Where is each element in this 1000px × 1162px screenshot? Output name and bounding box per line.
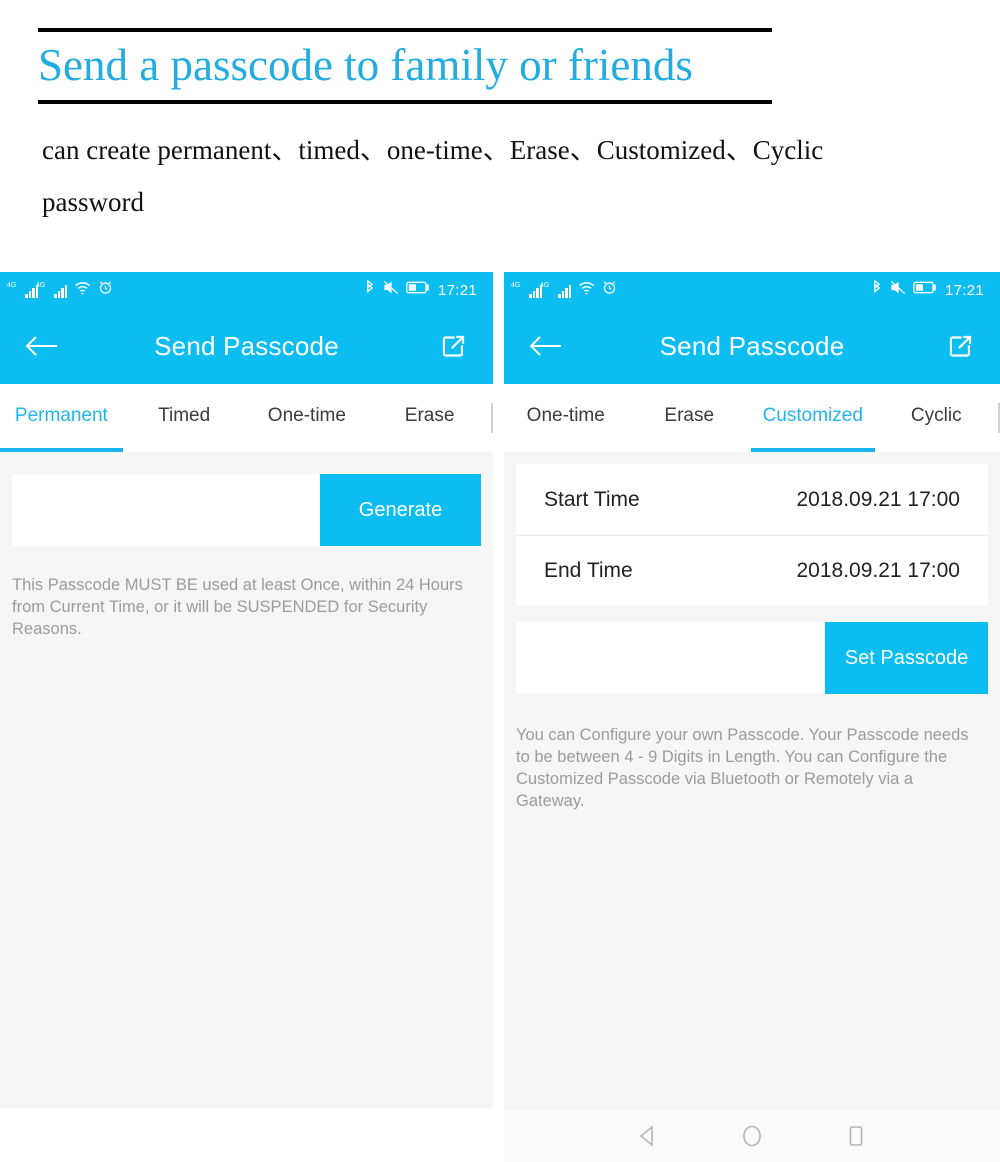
battery-icon [406, 281, 430, 299]
end-time-label: End Time [544, 559, 633, 582]
screen-content-permanent: Generate This Passcode MUST BE used at l… [0, 474, 493, 1108]
screen-content-customized: Start Time 2018.09.21 17:00 End Time 201… [504, 464, 1000, 1110]
phone-screenshot-permanent: 4G 4G 17:21 Send Passcode Permanent Time… [0, 272, 493, 1108]
tab-label: Permanent [14, 405, 108, 426]
passcode-hint: This Passcode MUST BE used at least Once… [12, 576, 463, 638]
alarm-icon [98, 280, 113, 300]
app-bar-title: Send Passcode [154, 330, 339, 361]
alarm-icon [602, 280, 617, 300]
tab-one-time[interactable]: One-time [504, 384, 628, 452]
bluetooth-icon [364, 278, 376, 301]
tab-permanent[interactable]: Permanent [0, 384, 123, 452]
generate-button[interactable]: Generate [320, 474, 481, 546]
title-rule-bottom [38, 100, 772, 104]
tab-erase[interactable]: Erase [368, 384, 491, 452]
android-nav-bar [504, 1110, 1000, 1162]
bluetooth-icon [871, 278, 883, 301]
promo-subtitle: can create permanent、timed、one-time、Eras… [42, 135, 824, 217]
start-time-value: 2018.09.21 17:00 [796, 487, 961, 511]
passcode-input[interactable] [516, 622, 825, 694]
status-bar-left: 4G 4G [511, 280, 617, 300]
status-bar: 4G 4G 17:21 [504, 272, 1000, 308]
start-time-label: Start Time [544, 487, 640, 511]
external-link-icon[interactable] [940, 326, 980, 366]
status-bar: 4G 4G 17:21 [0, 272, 493, 308]
mute-icon [383, 280, 399, 300]
tab-bar: Permanent Timed One-time Erase [0, 384, 493, 452]
mute-icon [890, 280, 906, 300]
app-bar-title: Send Passcode [659, 330, 845, 361]
tab-label: One-time [267, 405, 346, 426]
signal-4g-icon: 4G [7, 282, 38, 298]
start-time-row[interactable]: Start Time 2018.09.21 17:00 [516, 464, 988, 535]
tab-customized[interactable]: Customized [751, 384, 875, 452]
status-bar-left: 4G 4G [7, 280, 113, 300]
home-circle-icon[interactable] [740, 1124, 764, 1153]
tab-label: Customized [762, 405, 863, 426]
status-bar-right: 17:21 [871, 278, 984, 301]
tab-label: Cyclic [910, 405, 962, 426]
title-block: Send a passcode to family or friends [38, 28, 772, 104]
recents-square-icon[interactable] [844, 1124, 868, 1153]
tab-cyclic[interactable]: Cyclic [875, 384, 999, 452]
tab-label: Timed [158, 405, 211, 426]
status-bar-clock: 17:21 [944, 281, 984, 299]
tab-label: Erase [404, 405, 455, 426]
passcode-row: Generate [12, 474, 481, 546]
tab-label: Erase [664, 405, 715, 426]
back-triangle-icon[interactable] [636, 1124, 660, 1153]
passcode-input[interactable] [12, 474, 320, 546]
status-bar-right: 17:21 [364, 278, 477, 301]
tab-erase[interactable]: Erase [628, 384, 752, 452]
end-time-value: 2018.09.21 17:00 [796, 559, 961, 582]
phone-screenshot-customized: 4G 4G 17:21 Send Passcode One-time Erase… [504, 272, 1000, 1162]
external-link-icon[interactable] [433, 326, 473, 366]
wifi-icon [74, 281, 91, 300]
tab-bar: One-time Erase Customized Cyclic [504, 384, 1000, 452]
passcode-row: Set Passcode [516, 622, 988, 694]
promo-header: Send a passcode to family or friends can… [0, 0, 1000, 272]
app-bar: Send Passcode [0, 308, 493, 384]
passcode-hint: You can Configure your own Passcode. You… [516, 726, 969, 810]
tab-label: One-time [526, 405, 605, 426]
page-title: Send a passcode to family or friends [38, 40, 693, 90]
signal-4g-icon-2: 4G [540, 282, 571, 298]
tab-overflow-divider [491, 403, 493, 433]
wifi-icon [578, 281, 595, 300]
tab-timed[interactable]: Timed [123, 384, 246, 452]
time-settings-card: Start Time 2018.09.21 17:00 End Time 201… [516, 464, 988, 606]
status-bar-clock: 17:21 [437, 281, 477, 299]
signal-4g-icon: 4G [511, 282, 542, 298]
set-passcode-button[interactable]: Set Passcode [825, 622, 988, 694]
app-bar: Send Passcode [504, 308, 1000, 384]
battery-icon [913, 281, 937, 299]
tab-one-time[interactable]: One-time [246, 384, 369, 452]
end-time-row[interactable]: End Time 2018.09.21 17:00 [516, 535, 988, 606]
signal-4g-icon-2: 4G [36, 282, 67, 298]
